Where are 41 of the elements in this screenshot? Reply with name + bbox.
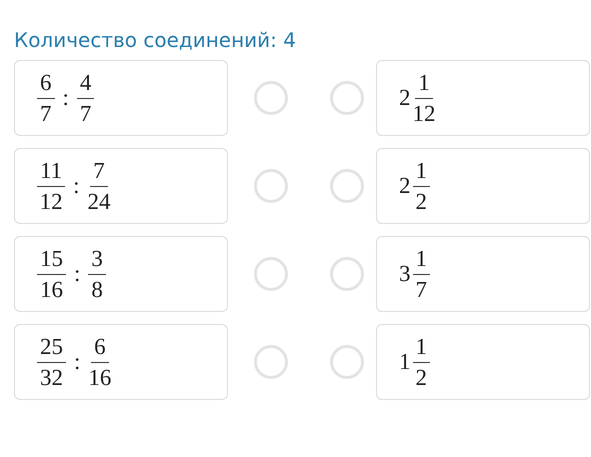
denominator: 8	[91, 276, 103, 304]
division-sign: :	[72, 173, 81, 199]
connection-radio[interactable]	[254, 81, 288, 115]
denominator: 32	[40, 364, 63, 392]
denominator: 2	[416, 364, 427, 392]
connection-radio[interactable]	[254, 345, 288, 379]
division-sign: :	[73, 349, 82, 375]
numerator: 1	[412, 244, 430, 274]
numerator: 25	[37, 332, 66, 362]
denominator: 16	[88, 364, 112, 392]
division-sign: :	[62, 85, 70, 111]
numerator: 3	[88, 244, 106, 274]
numerator: 1	[415, 68, 433, 98]
numerator: 11	[37, 156, 66, 186]
connections-count-heading: Количество соединений: 4	[14, 27, 298, 54]
whole-number: 3	[399, 261, 410, 287]
connection-radio[interactable]	[254, 169, 288, 203]
denominator: 12	[412, 100, 436, 128]
denominator: 7	[416, 276, 427, 304]
connection-radio[interactable]	[254, 257, 288, 291]
numerator: 7	[90, 156, 108, 186]
denominator: 16	[40, 276, 63, 304]
connection-radio[interactable]	[330, 169, 364, 203]
numerator: 4	[76, 68, 94, 98]
numerator: 1	[412, 156, 430, 186]
connection-radio[interactable]	[330, 257, 364, 291]
whole-number: 2	[399, 85, 410, 111]
division-sign: :	[73, 261, 82, 287]
denominator: 7	[40, 100, 52, 128]
numerator: 6	[91, 332, 109, 362]
connection-radio[interactable]	[330, 345, 364, 379]
whole-number: 2	[399, 173, 410, 199]
numerator: 15	[37, 244, 66, 274]
whole-number: 1	[399, 349, 410, 375]
connection-radio[interactable]	[330, 81, 364, 115]
denominator: 7	[80, 100, 92, 128]
denominator: 2	[416, 188, 427, 216]
denominator: 12	[40, 188, 63, 216]
numerator: 6	[37, 68, 54, 98]
numerator: 1	[412, 332, 430, 362]
denominator: 24	[88, 188, 111, 216]
